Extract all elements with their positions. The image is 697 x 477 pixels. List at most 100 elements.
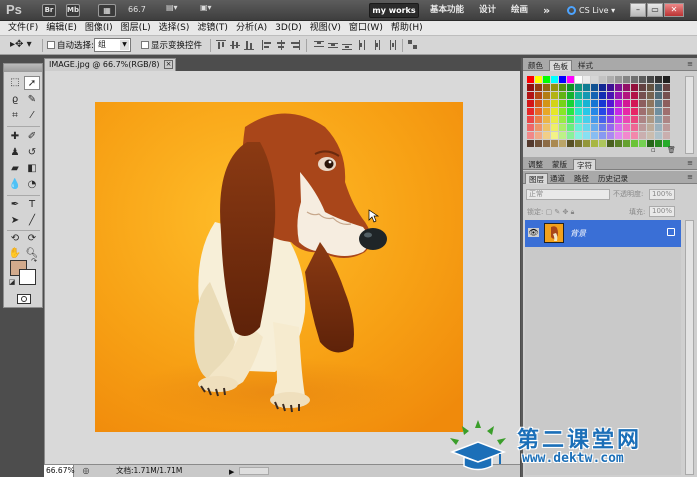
pen-tool-icon[interactable]: ✒: [7, 198, 23, 212]
type-tool-icon[interactable]: T: [24, 198, 40, 212]
color-swatch[interactable]: [583, 116, 590, 123]
color-swatch[interactable]: [567, 124, 574, 131]
menu-image[interactable]: 图像(I): [81, 21, 117, 36]
color-swatch[interactable]: [655, 116, 662, 123]
color-swatch[interactable]: [623, 76, 630, 83]
tab-channels[interactable]: 通道: [547, 173, 568, 184]
color-swatch[interactable]: [607, 108, 614, 115]
color-swatch[interactable]: [639, 84, 646, 91]
zoom-level[interactable]: 66.7: [128, 5, 146, 14]
color-swatch[interactable]: [567, 132, 574, 139]
color-swatch[interactable]: [575, 132, 582, 139]
color-swatch[interactable]: [607, 124, 614, 131]
auto-align-layers-icon[interactable]: [408, 40, 418, 50]
color-swatch[interactable]: [631, 92, 638, 99]
color-swatch[interactable]: [607, 92, 614, 99]
tab-swatches[interactable]: 色板: [549, 60, 572, 71]
align-left-icon[interactable]: [262, 40, 272, 50]
eraser-tool-icon[interactable]: ▰: [7, 162, 23, 176]
color-swatch[interactable]: [551, 132, 558, 139]
color-swatch[interactable]: [551, 92, 558, 99]
color-swatch[interactable]: [647, 92, 654, 99]
color-swatch[interactable]: [631, 84, 638, 91]
workspace-paint[interactable]: 绘画: [511, 3, 528, 18]
dodge-tool-icon[interactable]: ◔: [24, 178, 40, 192]
menu-analysis[interactable]: 分析(A): [232, 21, 271, 36]
cs-live-button[interactable]: CS Live ▾: [567, 3, 623, 18]
color-swatch[interactable]: [647, 100, 654, 107]
color-swatch[interactable]: [591, 132, 598, 139]
color-swatch[interactable]: [567, 84, 574, 91]
color-swatch[interactable]: [559, 140, 566, 147]
3d-rotate-tool-icon[interactable]: ⟲: [7, 232, 23, 246]
history-brush-tool-icon[interactable]: ↺: [24, 146, 40, 160]
color-swatch[interactable]: [583, 108, 590, 115]
color-swatch[interactable]: [623, 100, 630, 107]
color-swatch[interactable]: [583, 76, 590, 83]
color-swatch[interactable]: [599, 76, 606, 83]
color-swatch[interactable]: [527, 84, 534, 91]
color-swatch[interactable]: [647, 84, 654, 91]
menu-select[interactable]: 选择(S): [155, 21, 194, 36]
line-tool-icon[interactable]: ╱: [24, 214, 40, 228]
quick-mask-icon[interactable]: [17, 294, 31, 304]
minimize-button[interactable]: –: [630, 3, 646, 17]
gradient-tool-icon[interactable]: ◧: [24, 162, 40, 176]
color-swatch[interactable]: [535, 132, 542, 139]
color-swatch[interactable]: [639, 108, 646, 115]
move-tool-icon[interactable]: ➚: [24, 76, 40, 90]
color-swatch[interactable]: [663, 100, 670, 107]
color-swatch[interactable]: [559, 116, 566, 123]
color-swatch[interactable]: [559, 84, 566, 91]
color-swatch[interactable]: [663, 124, 670, 131]
color-swatch[interactable]: [607, 84, 614, 91]
color-swatch[interactable]: [607, 140, 614, 147]
color-swatch[interactable]: [591, 140, 598, 147]
crop-tool-icon[interactable]: ⌗: [7, 109, 23, 123]
color-swatch[interactable]: [647, 116, 654, 123]
hand-zoom-icon[interactable]: ▦: [98, 4, 116, 17]
visibility-eye-icon[interactable]: 👁︎: [528, 228, 539, 237]
color-swatch[interactable]: [591, 100, 598, 107]
color-swatch[interactable]: [551, 76, 558, 83]
swap-colors-icon[interactable]: ↷: [29, 256, 39, 266]
color-swatch[interactable]: [615, 116, 622, 123]
menu-window[interactable]: 窗口(W): [345, 21, 387, 36]
distribute-bottom-icon[interactable]: [342, 40, 352, 50]
color-swatch[interactable]: [591, 76, 598, 83]
distribute-hcenter-icon[interactable]: [372, 40, 382, 50]
color-swatch[interactable]: [607, 116, 614, 123]
toolbox-grip[interactable]: [4, 64, 42, 72]
color-swatch[interactable]: [591, 124, 598, 131]
workspace-more[interactable]: »: [543, 3, 550, 18]
distribute-left-icon[interactable]: [358, 40, 368, 50]
color-swatch[interactable]: [543, 92, 550, 99]
close-button[interactable]: ✕: [664, 3, 684, 17]
color-swatch[interactable]: [567, 76, 574, 83]
tab-styles[interactable]: 样式: [575, 60, 596, 71]
color-swatch[interactable]: [535, 116, 542, 123]
color-swatch[interactable]: [559, 76, 566, 83]
color-swatch[interactable]: [607, 132, 614, 139]
color-swatch[interactable]: [631, 100, 638, 107]
tab-masks[interactable]: 蒙版: [549, 159, 570, 170]
color-swatch[interactable]: [623, 92, 630, 99]
color-swatch[interactable]: [655, 76, 662, 83]
color-swatch[interactable]: [559, 100, 566, 107]
color-swatch[interactable]: [583, 100, 590, 107]
clone-stamp-tool-icon[interactable]: ♟: [7, 146, 23, 160]
color-swatch[interactable]: [623, 84, 630, 91]
color-swatch[interactable]: [655, 92, 662, 99]
color-swatch[interactable]: [527, 92, 534, 99]
workspace-my-works[interactable]: my works: [369, 3, 419, 18]
color-swatch[interactable]: [647, 124, 654, 131]
color-swatch[interactable]: [543, 124, 550, 131]
align-bottom-icon[interactable]: [244, 40, 254, 50]
color-swatch[interactable]: [535, 84, 542, 91]
menu-help[interactable]: 帮助(H): [387, 21, 427, 36]
color-swatch[interactable]: [639, 124, 646, 131]
eyedropper-tool-icon[interactable]: ⁄: [24, 109, 40, 123]
auto-select-checkbox[interactable]: [47, 41, 55, 49]
color-swatch[interactable]: [567, 108, 574, 115]
color-swatch[interactable]: [615, 140, 622, 147]
